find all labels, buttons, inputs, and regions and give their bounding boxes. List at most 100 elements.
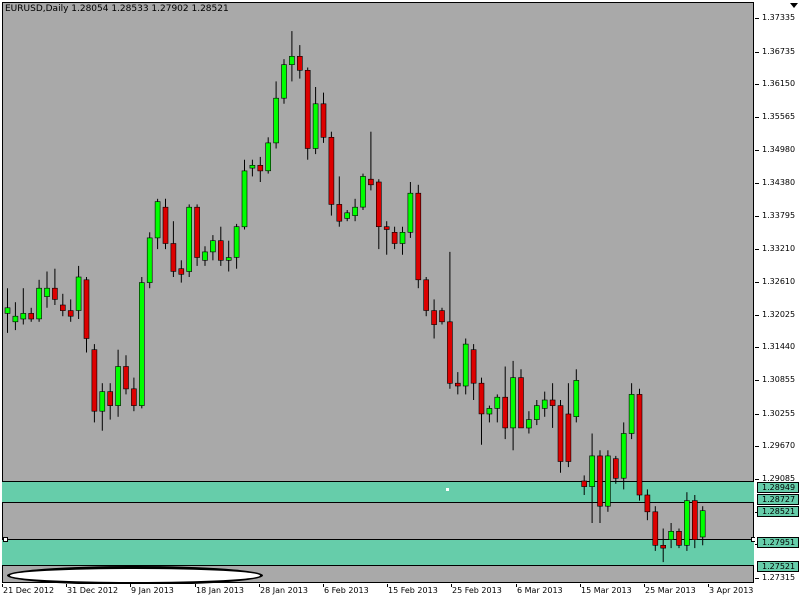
time-label: 15 Feb 2013 <box>388 586 438 595</box>
candle-body-bear <box>123 366 129 390</box>
price-highlight-label: 1.28949 <box>757 482 800 493</box>
candle-body-bull <box>462 343 469 387</box>
candle <box>241 159 248 230</box>
candle-body-bear <box>549 399 556 406</box>
candle-body-bear <box>257 165 264 172</box>
candle-body-bear <box>636 394 643 496</box>
time-label: 6 Mar 2013 <box>517 586 563 595</box>
candle-body-bear <box>439 310 445 323</box>
candle-body-bull <box>360 176 366 208</box>
candle <box>233 223 240 269</box>
candle-body-bull <box>344 212 351 219</box>
candle <box>28 307 35 322</box>
candle-body-bull <box>4 307 11 314</box>
candle <box>91 344 98 423</box>
chart-window: 1.37335 1.36735 1.36150 1.35565 1.34980 1.343… <box>0 0 800 600</box>
candle <box>541 391 548 417</box>
price-label: 1.27315 <box>762 573 796 582</box>
price-tick <box>755 216 759 217</box>
candle-body-bull <box>154 201 161 239</box>
candle <box>557 400 564 473</box>
candle <box>210 235 216 261</box>
candle-body-bull <box>36 287 42 320</box>
candle-body-bear <box>296 55 303 71</box>
price-tick <box>755 347 759 348</box>
price-highlight-label: 1.28521 <box>757 506 800 517</box>
candle <box>194 204 200 266</box>
price-highlight-label: 1.27521 <box>757 561 800 572</box>
candle <box>320 92 327 143</box>
candle-body-bull <box>510 377 516 429</box>
candle-body-bear <box>423 279 430 311</box>
candle-body-bull <box>241 170 248 228</box>
candle-body-bull <box>312 103 319 149</box>
price-label: 1.31440 <box>762 342 796 351</box>
candle <box>328 131 335 216</box>
candle-body-bear <box>652 511 659 546</box>
candle-body-bull <box>620 433 627 479</box>
candle <box>699 506 706 546</box>
candle <box>265 137 272 174</box>
candle-body-bear <box>218 240 224 261</box>
time-label: 6 Feb 2013 <box>324 586 369 595</box>
candle <box>652 506 659 551</box>
candle <box>383 221 390 255</box>
candle <box>510 360 516 451</box>
candle <box>691 495 698 549</box>
candle-body-bull <box>399 232 406 244</box>
price-label: 1.32025 <box>762 310 796 319</box>
candle-body-bull <box>202 251 208 261</box>
candle <box>360 173 366 210</box>
candle-body-bull <box>20 313 27 320</box>
candle-body-bear <box>454 382 461 387</box>
candle-body-bull <box>225 257 232 261</box>
candle-body-bull <box>44 287 50 297</box>
candle-body-bear <box>391 232 398 244</box>
candle-body-bear <box>52 287 58 300</box>
candle <box>462 338 469 395</box>
candle <box>518 369 524 429</box>
candle <box>431 299 437 339</box>
candle <box>573 369 580 423</box>
candle <box>289 31 295 82</box>
candle <box>225 240 232 272</box>
candle-body-bear <box>178 268 185 275</box>
price-label: 1.34380 <box>762 178 796 187</box>
time-label: 21 Dec 2012 <box>3 586 55 595</box>
price-tick <box>755 479 759 480</box>
candle <box>407 182 414 238</box>
price-tick <box>755 18 759 19</box>
candle <box>257 156 264 182</box>
candle-body-bear <box>67 310 74 317</box>
candle-body-bull <box>115 366 121 406</box>
candle <box>486 405 493 423</box>
candle <box>296 45 303 79</box>
candle-body-bear <box>502 396 509 429</box>
price-label: 1.36735 <box>762 47 796 56</box>
price-tick <box>755 249 759 250</box>
candle <box>526 411 532 434</box>
candle <box>447 251 453 389</box>
candle-body-bear <box>415 192 422 281</box>
candle <box>368 131 374 191</box>
candle-body-bear <box>28 313 35 320</box>
candle <box>644 489 651 521</box>
candle-body-bear <box>581 480 588 487</box>
candle <box>67 299 74 322</box>
candle-body-bear <box>478 382 485 415</box>
candle-body-bull <box>605 455 611 507</box>
candle <box>344 210 351 222</box>
candle <box>375 179 382 250</box>
time-label: 28 Jan 2013 <box>260 586 308 595</box>
price-label: 1.36150 <box>762 79 796 88</box>
candle-body-bull <box>99 391 106 412</box>
candle <box>52 268 58 305</box>
candle-body-bull <box>233 226 240 258</box>
price-tick <box>755 117 759 118</box>
price-label: 1.29670 <box>762 441 796 450</box>
dropdown-arrow-icon[interactable] <box>790 3 798 8</box>
price-label: 1.37335 <box>762 13 796 22</box>
candle <box>44 271 50 308</box>
candle-body-bull <box>210 240 216 253</box>
candle <box>565 383 572 468</box>
